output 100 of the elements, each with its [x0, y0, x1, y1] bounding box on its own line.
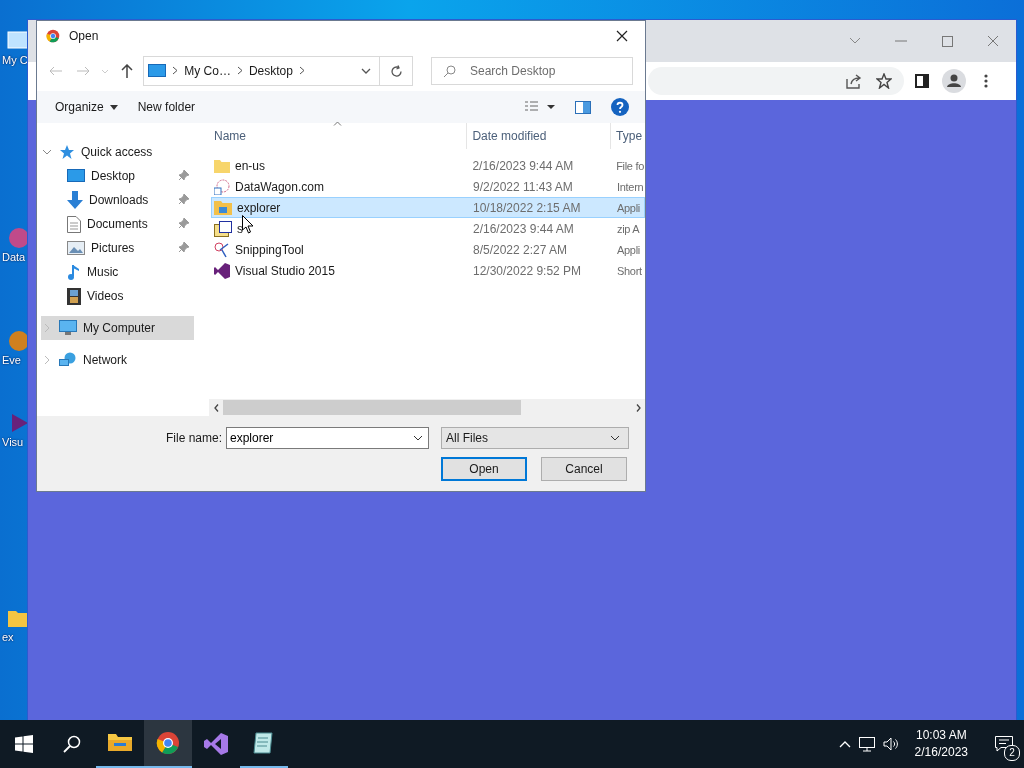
- date-cell-text: 10/18/2022 2:15 AM: [472, 200, 582, 215]
- chevron-up-icon[interactable]: [838, 740, 851, 748]
- search-field[interactable]: Search Desktop: [431, 57, 633, 85]
- ribbon-logo-icon: [204, 733, 228, 755]
- pin-icon[interactable]: [178, 240, 190, 253]
- film-icon: [67, 287, 81, 305]
- desktop-icon-label[interactable]: Eve: [0, 354, 21, 366]
- down-arrow-icon: [67, 191, 83, 209]
- date-cell-text: 2/16/2023 9:44 AM: [471, 158, 575, 173]
- notepad-icon: [253, 732, 273, 754]
- file-name: explorer: [237, 200, 281, 215]
- more-icon[interactable]: [984, 74, 988, 88]
- scroll-left-icon[interactable]: [213, 403, 219, 412]
- star-icon[interactable]: [876, 73, 892, 89]
- address-field[interactable]: My Co… Desktop: [143, 56, 413, 86]
- scroll-thumb[interactable]: [223, 400, 521, 415]
- column-header[interactable]: Date modified: [467, 123, 612, 149]
- nav-item[interactable]: Desktop: [37, 164, 194, 188]
- nav-item[interactable]: Quick access: [37, 140, 194, 164]
- computer-icon: [59, 320, 77, 336]
- pin-icon[interactable]: [178, 216, 190, 229]
- file-name: DataWagon.com: [235, 179, 324, 194]
- cancel-button[interactable]: Cancel: [541, 457, 627, 481]
- volume-icon[interactable]: [882, 737, 899, 751]
- file-row[interactable]: explorer 10/18/2022 2:15 AM Appli: [211, 197, 645, 218]
- type-cell-text: Appli: [616, 201, 640, 214]
- close-icon[interactable]: [616, 30, 628, 42]
- caret-icon: [109, 104, 118, 110]
- file-row[interactable]: en-us 2/16/2023 9:44 AM File fo: [211, 155, 645, 176]
- share-icon[interactable]: [846, 73, 862, 89]
- network-icon[interactable]: [858, 736, 875, 752]
- dialog-title: Open: [69, 29, 100, 43]
- desktop-icon-label[interactable]: My C: [0, 54, 28, 66]
- new-folder-button[interactable]: New folder: [131, 96, 202, 118]
- up-arrow-icon[interactable]: [120, 64, 133, 78]
- type-cell-text: Intern: [616, 180, 644, 193]
- ribbon-logo-icon: [214, 262, 230, 279]
- nav-item[interactable]: Pictures: [37, 236, 194, 260]
- monitor-icon: [67, 169, 85, 183]
- help-icon[interactable]: [611, 98, 629, 116]
- type-cell-text: zip A: [616, 222, 640, 235]
- nav-item[interactable]: Network: [37, 348, 194, 372]
- file-row[interactable]: s 2/16/2023 9:44 AM zip A: [211, 218, 645, 239]
- caret-icon[interactable]: [610, 435, 620, 441]
- refresh-icon[interactable]: [389, 64, 403, 78]
- music-note-icon: [67, 263, 81, 281]
- mouse-cursor-icon: [242, 215, 254, 234]
- clock-date[interactable]: 2/16/2023: [914, 744, 968, 761]
- organize-button[interactable]: Organize: [49, 96, 124, 118]
- picture-icon: [67, 241, 85, 255]
- date-cell-text: 2/16/2023 9:44 AM: [472, 221, 575, 236]
- profile-icon[interactable]: [942, 69, 966, 93]
- caret-icon[interactable]: [413, 435, 423, 441]
- view-options-icon[interactable]: [525, 101, 555, 113]
- file-type-dropdown[interactable]: All Files: [441, 427, 629, 449]
- breadcrumb-item[interactable]: Desktop: [248, 64, 293, 78]
- type-cell-text: File fo: [615, 159, 644, 172]
- zip-file-icon: [214, 220, 232, 237]
- folder-window-icon: [214, 200, 232, 215]
- open-button[interactable]: Open: [441, 457, 527, 481]
- file-name-field[interactable]: explorer: [226, 427, 429, 449]
- maximize-icon[interactable]: [941, 35, 953, 47]
- file-name: s: [237, 221, 243, 236]
- nav-item[interactable]: My Computer: [41, 316, 194, 340]
- file-row[interactable]: Visual Studio 2015 12/30/2022 9:52 PM Short: [211, 260, 645, 281]
- search-icon[interactable]: [63, 735, 81, 753]
- sort-caret-icon: [333, 121, 342, 126]
- column-header[interactable]: Name: [209, 123, 468, 149]
- chevron-down-icon[interactable]: [361, 68, 371, 74]
- breadcrumb-item[interactable]: My Co…: [184, 64, 231, 78]
- star-icon: [59, 144, 75, 160]
- network-icon: [59, 352, 77, 368]
- pin-icon[interactable]: [178, 168, 190, 181]
- clock-time[interactable]: 10:03 AM: [915, 727, 967, 744]
- file-row[interactable]: SnippingTool 8/5/2022 2:27 AM Appli: [211, 239, 645, 260]
- file-row[interactable]: DataWagon.com 9/2/2022 11:43 AM Intern: [211, 176, 645, 197]
- preview-pane-icon[interactable]: [575, 100, 591, 114]
- monitor-icon: [148, 64, 167, 78]
- pin-icon[interactable]: [178, 192, 190, 205]
- desktop-icon-label[interactable]: ex: [0, 631, 14, 643]
- date-cell-text: 8/5/2022 2:27 AM: [472, 242, 569, 257]
- desktop-icon-label[interactable]: Visu: [0, 436, 24, 448]
- type-cell-text: Short: [616, 264, 642, 277]
- document-icon: [67, 215, 81, 233]
- file-name: Visual Studio 2015: [235, 263, 335, 278]
- side-panel-icon[interactable]: [915, 74, 929, 88]
- chrome-like-icon: [46, 29, 60, 43]
- nav-item[interactable]: Documents: [37, 212, 194, 236]
- notification-count: 2: [1004, 745, 1020, 761]
- nav-item[interactable]: Videos: [37, 284, 194, 308]
- nav-item[interactable]: Music: [37, 260, 194, 284]
- type-cell-text: Appli: [616, 243, 640, 256]
- windows-logo-icon[interactable]: [15, 735, 33, 753]
- desktop-icon-label[interactable]: Data: [0, 251, 26, 263]
- column-header[interactable]: Type: [611, 123, 645, 149]
- web-file-icon: [214, 178, 230, 195]
- nav-item[interactable]: Downloads: [37, 188, 194, 212]
- scissors-icon: [214, 241, 230, 258]
- horizontal-scrollbar[interactable]: [209, 399, 645, 416]
- scroll-right-icon[interactable]: [635, 403, 641, 412]
